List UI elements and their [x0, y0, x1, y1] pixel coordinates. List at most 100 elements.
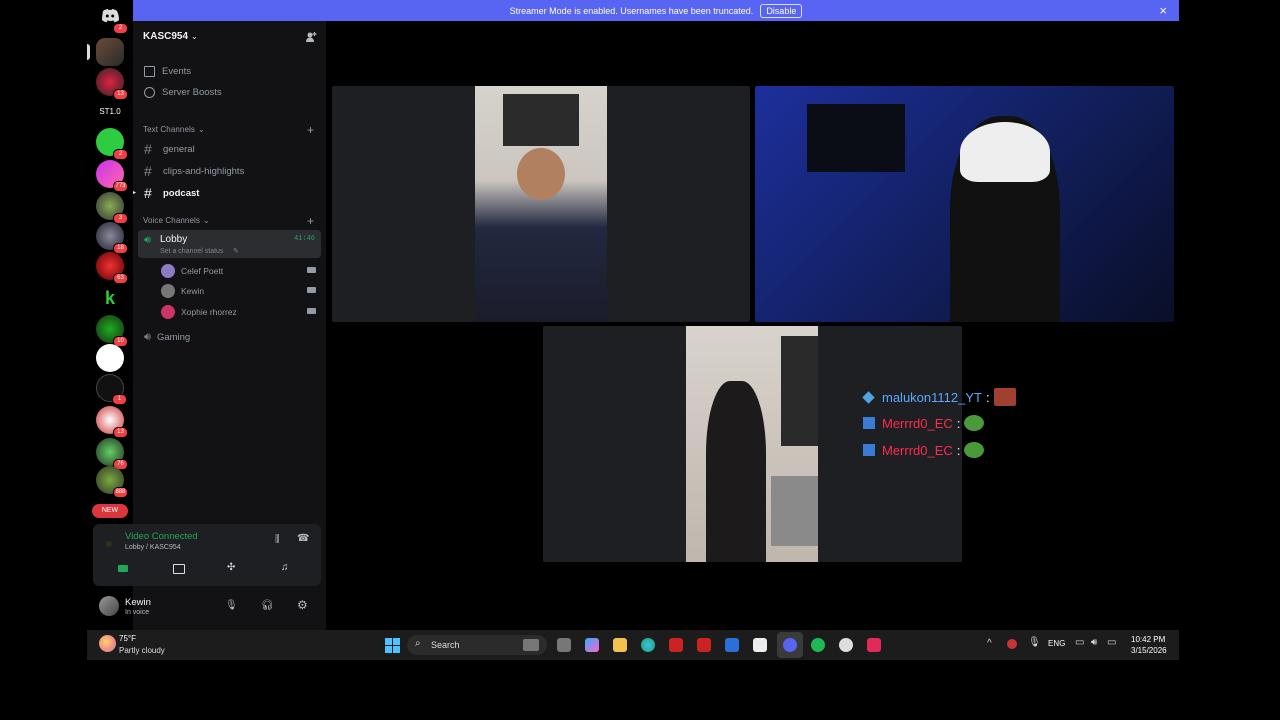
new-badge[interactable]: NEW	[92, 504, 128, 518]
copilot-icon[interactable]	[585, 638, 599, 652]
server-dollar-icon[interactable]: 1	[96, 374, 127, 405]
server-k-icon[interactable]: k	[96, 283, 124, 311]
microphone-icon[interactable]: 🎙︎	[1028, 637, 1041, 648]
close-icon[interactable]: ×	[1159, 3, 1167, 18]
voice-channels-category[interactable]: Voice Channels ⌄	[143, 216, 210, 225]
boost-icon	[144, 87, 155, 98]
server-icon[interactable]: 10	[96, 315, 128, 347]
laptop	[771, 476, 818, 546]
task-view-icon[interactable]	[557, 638, 571, 652]
windows-start-icon[interactable]	[385, 638, 400, 653]
camera-toggle-button[interactable]	[99, 560, 149, 578]
chrome-icon[interactable]	[839, 638, 853, 652]
channel-general[interactable]: # general	[144, 141, 195, 157]
voice-connection-panel: Video Connected Lobby / KASC954 ⫼ ☎ ✣ ♫	[93, 524, 321, 586]
file-explorer-icon[interactable]	[613, 638, 627, 652]
app-icon[interactable]	[697, 638, 711, 652]
volume-icon[interactable]: 🔊︎	[1091, 637, 1097, 648]
server-kasc954-icon[interactable]	[96, 38, 124, 66]
server-icon[interactable]: 3	[96, 192, 128, 224]
tray-app-icon[interactable]	[1007, 639, 1017, 649]
store-icon[interactable]	[753, 638, 767, 652]
discord-icon	[783, 638, 797, 652]
platform-icon	[863, 444, 875, 456]
server-icon[interactable]: 63	[96, 252, 128, 284]
share-screen-button[interactable]	[153, 560, 203, 578]
server-header[interactable]: KASC954 ⌄	[143, 31, 198, 42]
hash-icon: #	[144, 141, 152, 157]
chevron-down-icon: ⌄	[203, 216, 210, 225]
microphone-icon[interactable]: 🎙︎	[225, 600, 238, 611]
battery-icon[interactable]: ▭	[1107, 637, 1116, 648]
settings-gear-icon[interactable]: ⚙	[297, 598, 308, 612]
spotify-icon[interactable]	[811, 638, 825, 652]
display-icon[interactable]: ▭	[1075, 637, 1084, 648]
unread-indicator: ▸	[133, 190, 137, 196]
server-icon[interactable]: 13	[96, 68, 128, 100]
add-voice-channel-icon[interactable]: +	[307, 214, 314, 228]
server-boosts-item[interactable]: Server Boosts	[144, 87, 222, 98]
chevron-down-icon: ⌄	[198, 125, 205, 134]
noise-suppression-icon[interactable]: ⫼	[275, 534, 280, 545]
camera-icon	[118, 565, 128, 572]
lobby-channel[interactable]: 🔊︎ Lobby 41:46 Set a channel status ✎	[138, 230, 321, 258]
calendar-icon	[144, 66, 155, 77]
weather-temp[interactable]: 75°F	[119, 634, 136, 643]
clock-time[interactable]: 10:42 PM	[1131, 635, 1165, 644]
language-indicator[interactable]: ENG	[1048, 639, 1065, 648]
activities-icon: ✣	[227, 562, 236, 573]
disable-streamer-mode-button[interactable]: Disable	[760, 3, 803, 18]
headphones-icon[interactable]: 🎧︎	[261, 600, 274, 611]
weather-icon[interactable]	[99, 635, 116, 652]
text-channels-category[interactable]: Text Channels ⌄	[143, 125, 205, 134]
video-tile[interactable]	[755, 86, 1174, 322]
taskbar-search[interactable]: ⌕ Search	[407, 635, 547, 655]
channel-status[interactable]: Set a channel status	[160, 248, 223, 255]
soundboard-icon: ♫	[281, 562, 289, 573]
camera-icon	[307, 267, 316, 273]
activities-button[interactable]: ✣	[207, 560, 257, 578]
disconnect-icon[interactable]: ☎	[297, 533, 309, 544]
weather-desc[interactable]: Partly cloudy	[119, 646, 165, 655]
server-icon[interactable]: 76	[96, 438, 128, 470]
home-badge: 2	[113, 23, 128, 34]
chat-username: Merrrd0_EC	[882, 415, 953, 431]
monitor	[807, 104, 905, 172]
discord-home-icon[interactable]: 2	[96, 2, 128, 34]
hash-icon: #	[144, 185, 152, 201]
outlook-icon[interactable]	[725, 638, 739, 652]
server-icon[interactable]: 773	[96, 160, 128, 192]
pencil-icon[interactable]: ✎	[233, 247, 239, 255]
emote-icon	[993, 388, 1016, 406]
server-icon[interactable]: 888	[96, 466, 128, 498]
server-icon[interactable]: 13	[96, 406, 128, 438]
camera-icon	[307, 287, 316, 293]
chat-username: malukon1112_YT	[882, 389, 982, 405]
channel-clips-and-highlights[interactable]: # clips-and-highlights	[144, 163, 244, 179]
channel-podcast[interactable]: # podcast	[144, 185, 199, 201]
voice-user[interactable]: Celef Poett	[161, 264, 223, 278]
avatar[interactable]	[99, 596, 119, 616]
soundboard-button[interactable]: ♫	[261, 560, 311, 578]
add-text-channel-icon[interactable]: +	[307, 123, 314, 137]
chevron-up-icon[interactable]: ^	[987, 638, 992, 649]
discord-taskbar-button[interactable]	[777, 632, 803, 658]
server-st-icon[interactable]: ST1.0	[96, 98, 124, 126]
tiktok-icon[interactable]	[867, 638, 881, 652]
server-sw-icon[interactable]	[96, 344, 124, 372]
events-item[interactable]: Events	[144, 66, 191, 77]
app-icon[interactable]	[669, 638, 683, 652]
connection-subtitle[interactable]: Lobby / KASC954	[125, 544, 181, 551]
signal-icon	[106, 541, 112, 547]
server-icon[interactable]: 2	[96, 128, 128, 160]
server-icon[interactable]: 18	[96, 222, 128, 254]
svg-text:k: k	[105, 288, 116, 308]
add-member-icon[interactable]	[305, 31, 317, 42]
video-tile[interactable]	[332, 86, 750, 322]
edge-icon[interactable]	[641, 638, 655, 652]
voice-user[interactable]: Xophie rhorrez	[161, 305, 237, 319]
gaming-channel[interactable]: 🔊︎ Gaming	[144, 331, 190, 344]
voice-user[interactable]: Kewin	[161, 284, 204, 298]
chat-line: Merrrd0_EC :	[863, 415, 985, 431]
clock-date[interactable]: 3/15/2026	[1131, 646, 1167, 655]
